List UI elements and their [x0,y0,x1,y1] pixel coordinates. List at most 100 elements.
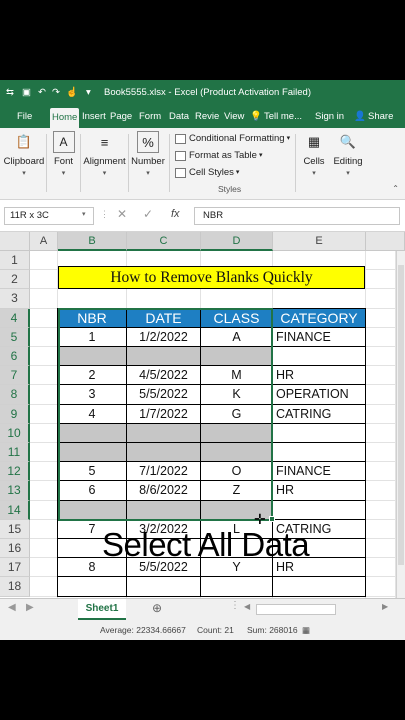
table-cell[interactable]: 7/1/2022 [127,462,201,482]
tab-form[interactable]: Form [137,106,163,128]
tab-page[interactable]: Page [108,106,134,128]
fill-handle[interactable] [269,515,275,522]
row-header-17[interactable]: 17 [0,558,30,578]
undo-icon[interactable]: ↶ [38,80,46,106]
row-header-10[interactable]: 10 [0,423,30,443]
table-cell[interactable] [201,423,273,443]
tab-file[interactable]: File [15,106,34,128]
table-cell[interactable]: K [201,385,273,405]
chevron-down-icon[interactable]: ▾ [82,210,86,218]
table-header-date[interactable]: DATE [127,308,201,328]
table-cell[interactable]: OPERATION [273,385,366,405]
table-cell[interactable] [58,577,127,597]
collapse-ribbon-icon[interactable]: ⌃ [392,184,399,193]
share-button[interactable]: Share [366,106,395,128]
cell-styles-button[interactable]: Cell Styles ▾ [175,165,239,181]
worksheet-grid[interactable]: A B C D E 1 2 3 4 5 6 7 8 9 10 11 12 13 14 15 16 17 18 How to R… [0,232,405,598]
sign-in-link[interactable]: Sign in [313,106,346,128]
table-cell[interactable] [273,577,366,597]
font-group[interactable]: A Font ▾ [47,128,80,177]
table-cell[interactable]: G [201,404,273,424]
excel-icon[interactable]: ⇆ [6,80,14,106]
row-header-7[interactable]: 7 [0,366,30,386]
tab-home[interactable]: Home [50,108,80,128]
save-icon[interactable]: ▣ [22,80,31,106]
table-cell[interactable]: O [201,462,273,482]
column-header-e[interactable]: E [273,232,366,251]
table-cell[interactable] [58,500,127,520]
table-cell[interactable] [201,347,273,367]
tell-me-search[interactable]: Tell me... [262,106,304,128]
row-header-15[interactable]: 15 [0,519,30,539]
page-view-icon[interactable]: ▦ [302,620,310,640]
table-cell[interactable]: 4 [58,404,127,424]
column-header-a[interactable]: A [30,232,58,251]
tab-data[interactable]: Data [167,106,191,128]
table-cell[interactable]: 5/5/2022 [127,385,201,405]
prev-sheet-icon[interactable]: ◀ [8,602,16,613]
table-cell[interactable]: A [201,327,273,347]
table-cell[interactable]: 6 [58,481,127,501]
table-cell[interactable] [127,347,201,367]
table-header-category[interactable]: CATEGORY [273,308,366,328]
tab-view[interactable]: View [222,106,246,128]
table-header-nbr[interactable]: NBR [58,308,127,328]
row-header-5[interactable]: 5 [0,327,30,347]
table-cell[interactable] [127,443,201,463]
table-cell[interactable]: M [201,366,273,386]
sheet-title[interactable]: How to Remove Blanks Quickly [58,266,365,289]
row-header-16[interactable]: 16 [0,539,30,559]
table-cell[interactable] [127,423,201,443]
table-cell[interactable] [127,500,201,520]
cancel-icon[interactable]: ✕ [117,207,127,221]
table-cell[interactable]: 1/7/2022 [127,404,201,424]
table-cell[interactable]: 3 [58,385,127,405]
table-cell[interactable]: 4/5/2022 [127,366,201,386]
insert-function-icon[interactable]: fx [171,208,180,220]
table-cell[interactable]: 1 [58,327,127,347]
row-header-4[interactable]: 4 [0,308,30,328]
table-cell[interactable] [58,423,127,443]
table-cell[interactable] [273,347,366,367]
table-cell[interactable]: HR [273,481,366,501]
table-cell[interactable]: FINANCE [273,462,366,482]
touch-mode-icon[interactable]: ☝ [66,80,78,106]
tab-insert[interactable]: Insert [80,106,108,128]
table-cell[interactable]: 2 [58,366,127,386]
alignment-group[interactable]: ≡ Alignment ▾ [81,128,128,178]
tab-review[interactable]: Revie [193,106,221,128]
select-all-corner[interactable] [0,232,30,251]
formula-input[interactable]: NBR [194,207,400,225]
name-box[interactable]: 11R x 3C [4,207,94,225]
column-header-b[interactable]: B [58,232,127,251]
table-cell[interactable] [58,443,127,463]
table-cell[interactable]: Z [201,481,273,501]
enter-icon[interactable]: ✓ [143,207,153,221]
row-header-6[interactable]: 6 [0,347,30,367]
table-cell[interactable]: HR [273,366,366,386]
table-cell[interactable] [201,577,273,597]
row-header-12[interactable]: 12 [0,462,30,482]
table-cell[interactable]: 8/6/2022 [127,481,201,501]
scroll-left-icon[interactable]: ◀ [244,602,250,611]
table-cell[interactable] [201,443,273,463]
cells-group[interactable]: ▦ Cells ▾ [298,128,330,177]
scrollbar-thumb[interactable] [398,265,404,565]
number-group[interactable]: % Number ▾ [129,128,167,177]
column-header-d[interactable]: D [201,232,273,251]
row-header-14[interactable]: 14 [0,500,30,520]
sheet-tab-sheet1[interactable]: Sheet1 [78,599,126,620]
row-header-3[interactable]: 3 [0,289,30,309]
redo-icon[interactable]: ↷ [52,80,60,106]
table-cell[interactable] [273,423,366,443]
table-cell[interactable] [273,443,366,463]
add-sheet-icon[interactable]: ⊕ [152,601,162,615]
table-cell[interactable] [127,577,201,597]
row-header-11[interactable]: 11 [0,443,30,463]
table-cell[interactable] [58,347,127,367]
table-cell[interactable]: 5 [58,462,127,482]
row-header-2[interactable]: 2 [0,270,30,290]
row-header-9[interactable]: 9 [0,404,30,424]
table-header-class[interactable]: CLASS [201,308,273,328]
customize-toolbar-icon[interactable]: ▾ [86,80,91,106]
